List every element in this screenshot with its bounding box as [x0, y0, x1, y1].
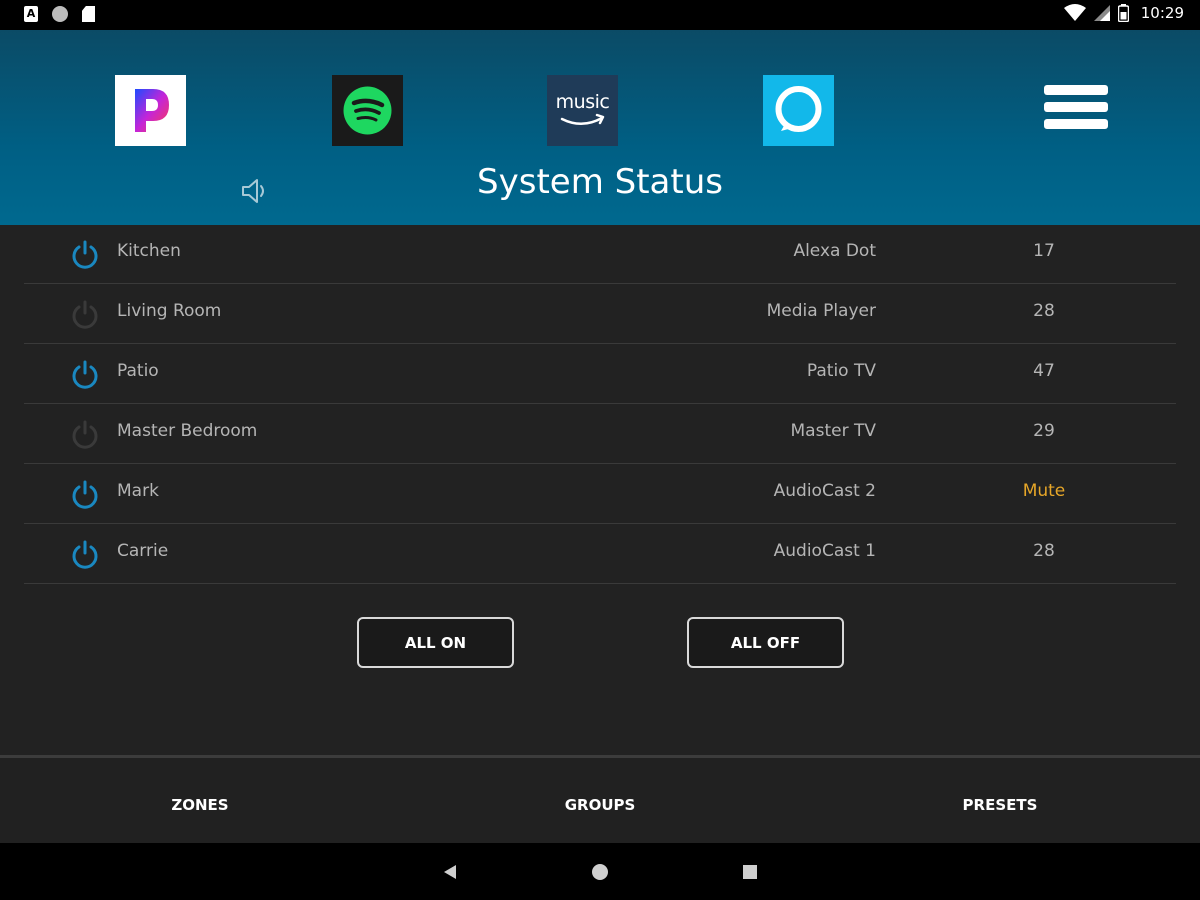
- app-header: music System Status: [0, 30, 1200, 225]
- zone-source: Media Player: [766, 301, 876, 321]
- alexa-icon: [775, 86, 822, 132]
- sd-card-icon: [82, 6, 95, 22]
- zone-name: Master Bedroom: [117, 421, 258, 441]
- back-icon[interactable]: [440, 862, 460, 882]
- recents-icon[interactable]: [740, 862, 760, 882]
- power-icon[interactable]: [70, 359, 100, 389]
- zone-name: Kitchen: [117, 241, 181, 261]
- power-icon[interactable]: [70, 539, 100, 569]
- page-title: System Status: [477, 162, 723, 202]
- zone-name: Carrie: [117, 541, 169, 561]
- zone-row-patio[interactable]: Patio Patio TV 47: [24, 344, 1176, 404]
- clock: 10:29: [1140, 4, 1184, 22]
- all-off-button[interactable]: ALL OFF: [687, 617, 844, 668]
- zone-volume: 28: [1033, 541, 1055, 561]
- status-left-icons: A: [24, 6, 95, 22]
- spotify-app-button[interactable]: [332, 75, 403, 146]
- power-icon[interactable]: [70, 239, 100, 269]
- amazon-music-app-button[interactable]: music: [547, 75, 618, 146]
- system-nav-bar: [0, 843, 1200, 900]
- a-badge-icon: A: [24, 6, 38, 22]
- zone-source: Master TV: [790, 421, 876, 441]
- zone-row-kitchen[interactable]: Kitchen Alexa Dot 17: [24, 224, 1176, 284]
- zone-name: Patio: [117, 361, 159, 381]
- nav-zones[interactable]: ZONES: [100, 796, 300, 814]
- battery-icon: [1117, 4, 1129, 22]
- nav-groups[interactable]: GROUPS: [500, 796, 700, 814]
- circle-icon: [52, 6, 68, 22]
- zone-volume: 17: [1033, 241, 1055, 261]
- zone-source: Alexa Dot: [793, 241, 876, 261]
- amazon-music-icon: [560, 113, 605, 125]
- zone-name: Living Room: [117, 301, 222, 321]
- zone-row-master-bedroom[interactable]: Master Bedroom Master TV 29: [24, 404, 1176, 464]
- zone-volume: 29: [1033, 421, 1055, 441]
- power-icon[interactable]: [70, 419, 100, 449]
- zone-row-living-room[interactable]: Living Room Media Player 28: [24, 284, 1176, 344]
- zone-source: AudioCast 2: [773, 481, 876, 501]
- zone-volume: 28: [1033, 301, 1055, 321]
- zone-volume: 47: [1033, 361, 1055, 381]
- pandora-icon: [135, 89, 169, 132]
- zone-source: Patio TV: [806, 361, 876, 381]
- status-bar: A 10:29: [0, 0, 1200, 30]
- power-icon[interactable]: [70, 479, 100, 509]
- bottom-nav: ZONES GROUPS PRESETS: [0, 755, 1200, 843]
- zone-name: Mark: [117, 481, 159, 501]
- zone-row-mark[interactable]: Mark AudioCast 2 Mute: [24, 464, 1176, 524]
- power-icon[interactable]: [70, 299, 100, 329]
- home-icon[interactable]: [590, 862, 610, 882]
- signal-icon: [1093, 5, 1110, 21]
- all-on-button[interactable]: ALL ON: [357, 617, 514, 668]
- zone-volume-mute: Mute: [1022, 481, 1066, 501]
- hamburger-menu-icon[interactable]: [1044, 85, 1108, 129]
- pandora-app-button[interactable]: [115, 75, 186, 146]
- nav-presets[interactable]: PRESETS: [900, 796, 1100, 814]
- zone-source: AudioCast 1: [773, 541, 876, 561]
- zone-list: Kitchen Alexa Dot 17 Living Room Media P…: [24, 224, 1176, 584]
- alexa-app-button[interactable]: [763, 75, 834, 146]
- spotify-icon: [343, 86, 392, 135]
- status-right-icons: 10:29: [1063, 4, 1184, 22]
- wifi-icon: [1063, 4, 1086, 21]
- zone-row-carrie[interactable]: Carrie AudioCast 1 28: [24, 524, 1176, 584]
